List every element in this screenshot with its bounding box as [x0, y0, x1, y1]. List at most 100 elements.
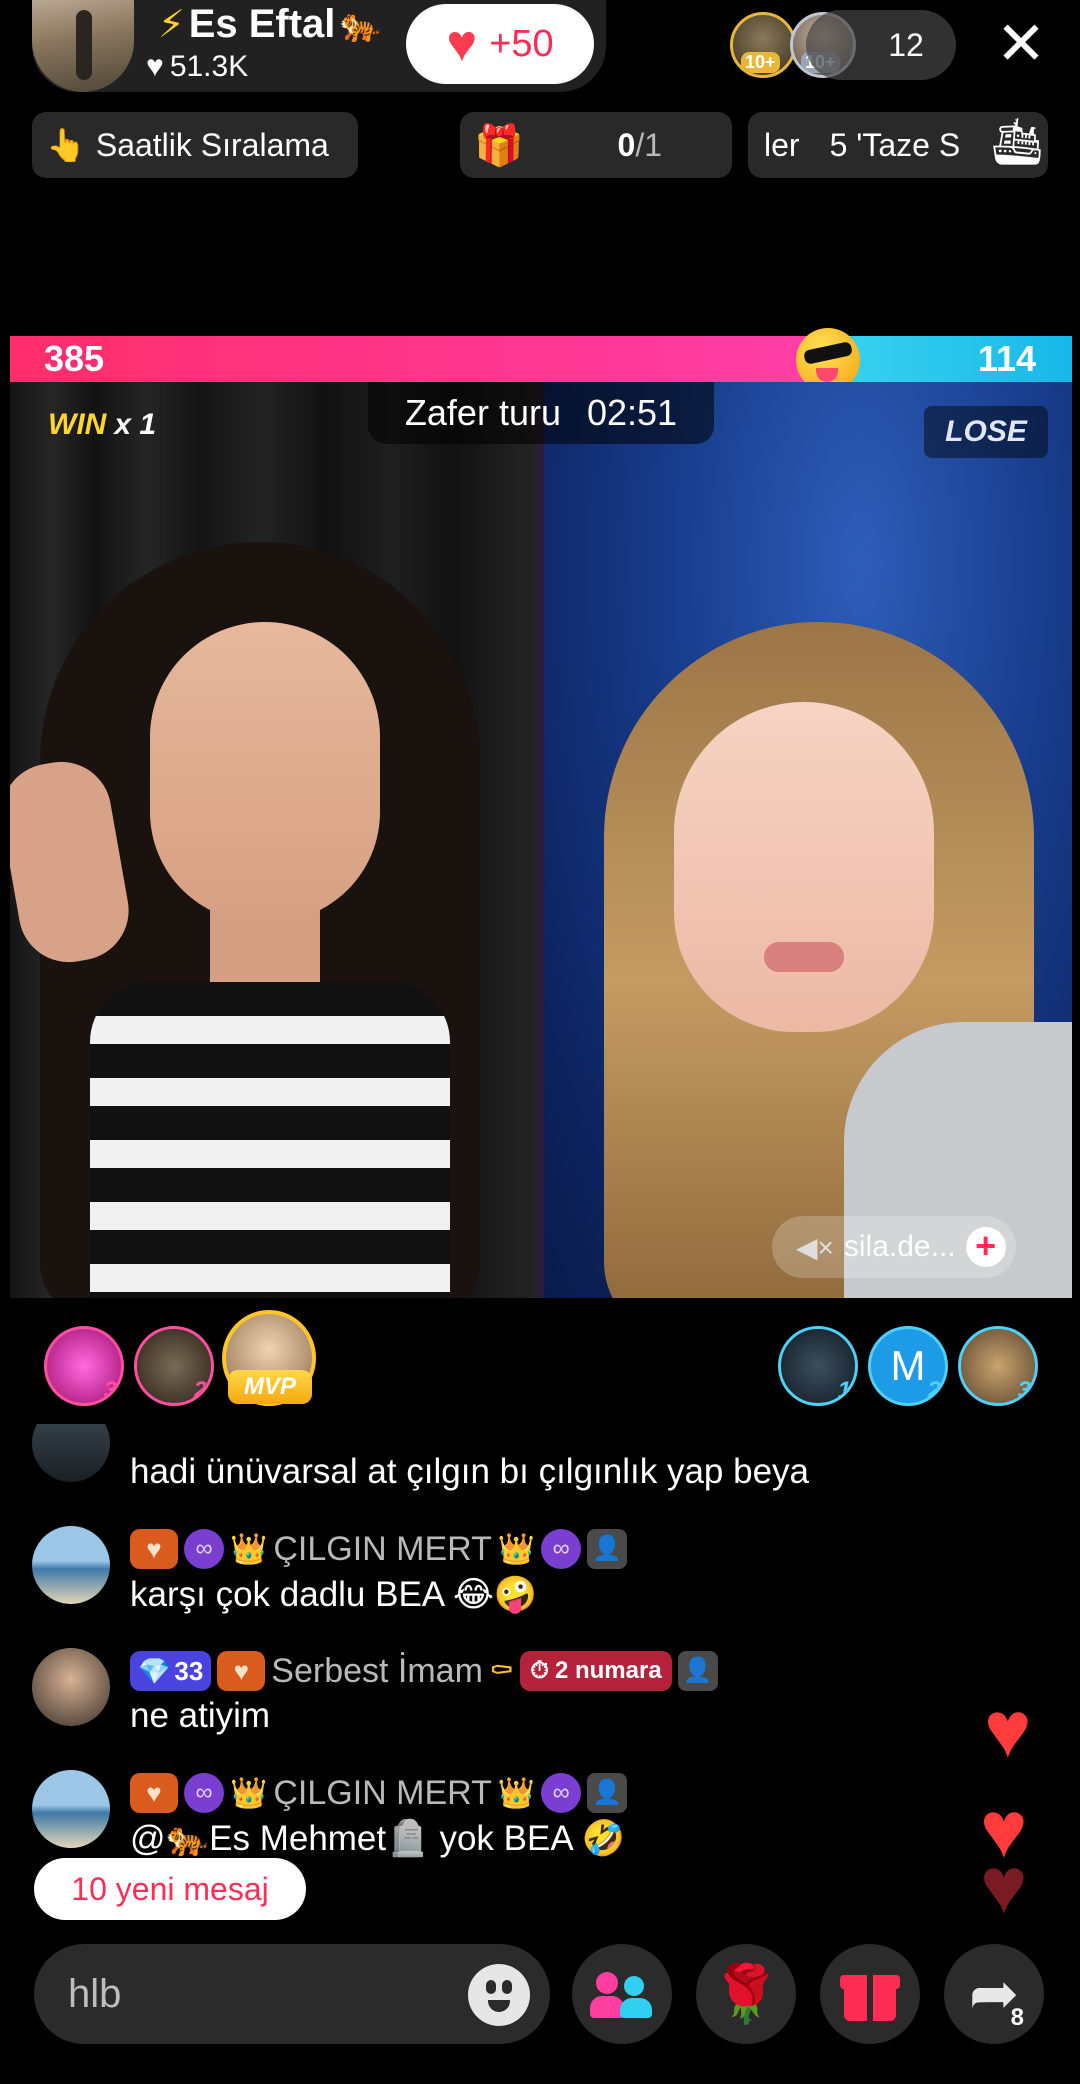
mvp-badge: MVP	[228, 1370, 312, 1404]
supporter-rank: 2	[927, 1377, 941, 1404]
gift-icon	[840, 1967, 900, 2021]
follow-button-label: +50	[489, 22, 554, 65]
moderator-icon: 👤	[587, 1773, 628, 1813]
video-divider	[536, 382, 544, 1298]
follow-opponent-icon[interactable]: +	[965, 1227, 1006, 1267]
lose-label: LOSE	[924, 406, 1048, 458]
battle-score-bar	[10, 336, 1072, 382]
team-left-score: 385	[44, 338, 105, 379]
chat-avatar[interactable]	[32, 1424, 110, 1482]
coffin-icon: ⚰	[488, 1654, 515, 1688]
muted-icon[interactable]: ◀×	[796, 1231, 834, 1264]
right-supporter-avatar[interactable]: 1	[778, 1326, 858, 1406]
opponent-name-chip[interactable]: ◀× sila.de... +	[772, 1216, 1016, 1278]
crown-icon: 👑	[497, 1776, 536, 1810]
viewer-count[interactable]: 12	[806, 10, 956, 80]
tiger-icon: 🐅	[339, 5, 382, 44]
emoji-icon[interactable]	[468, 1964, 530, 2026]
supporter-rank: 1	[837, 1377, 851, 1404]
host-name[interactable]: ⚡ Es Eftal 🐅	[158, 2, 382, 47]
chat-text: ne atiyim	[130, 1696, 271, 1735]
right-supporter-avatar[interactable]: 3	[958, 1326, 1038, 1406]
fan-heart-icon: ♥	[217, 1651, 266, 1691]
chat-list[interactable]: hadi ünüvarsal at çılgın bı çılgınlık ya…	[0, 1424, 1080, 1904]
rank-label: 2 numara	[554, 1657, 662, 1684]
promo-banner-chip[interactable]: ler 5 'Taze S 🛳	[748, 112, 1048, 178]
chat-text: @🐅Es Mehmet🪦 yok BEA 🤣	[130, 1818, 625, 1859]
host-video[interactable]	[10, 382, 536, 1298]
lightning-icon: ⚡	[158, 4, 185, 46]
left-supporter-avatar[interactable]: 2	[134, 1326, 214, 1406]
guests-button[interactable]	[572, 1944, 672, 2044]
win-word: WIN	[48, 408, 107, 441]
fan-heart-icon: ♥	[130, 1773, 178, 1813]
host-name-text: Es Eftal	[188, 2, 336, 46]
chat-avatar[interactable]	[32, 1770, 110, 1848]
rose-button[interactable]: 🌹	[696, 1944, 796, 2044]
supporter-rank: 2	[193, 1377, 207, 1404]
crown-icon: 👑	[497, 1532, 536, 1566]
host-likes-count: 51.3K	[169, 50, 249, 83]
share-button[interactable]: ➦ 8	[944, 1944, 1044, 2044]
tombstone-icon: 🪦	[386, 1819, 430, 1858]
rank-badge: ⏱ 2 numara	[520, 1651, 672, 1691]
chat-text: karşı çok dadlu BEA 😂🤪	[130, 1575, 538, 1614]
round-timer: Zafer turu 02:51	[368, 382, 714, 444]
infinity-icon: ∞	[541, 1529, 582, 1569]
round-label: Zafer turu	[404, 392, 561, 433]
promo-text-right: 5 'Taze S	[829, 126, 961, 163]
infinity-icon: ∞	[184, 1773, 224, 1813]
chat-avatar[interactable]	[32, 1648, 110, 1726]
gift-goal-value: 0/1	[618, 127, 662, 164]
follow-button[interactable]: ♥ +50	[406, 4, 594, 84]
new-messages-button[interactable]: 10 yeni mesaj	[34, 1858, 306, 1920]
chat-user-badges: 💎 33 ♥ Serbest İmam ⚰ ⏱ 2 numara 👤	[130, 1648, 718, 1694]
hourly-ranking-label: Saatlik Sıralama	[95, 126, 329, 163]
right-supporter-avatar[interactable]: M2	[868, 1326, 948, 1406]
gem-level-badge: 💎 33	[130, 1651, 212, 1691]
moderator-icon: 👤	[677, 1651, 718, 1691]
tiger-icon: 🐅	[165, 1819, 210, 1858]
gift-icon: 🎁	[474, 123, 524, 168]
win-multiplier: x 1	[114, 408, 157, 441]
mention-name[interactable]: Es Mehmet	[209, 1819, 386, 1858]
left-supporter-avatar[interactable]: 3	[44, 1326, 124, 1406]
chat-username[interactable]: ÇILGIN MERT	[273, 1774, 492, 1813]
chat-username[interactable]: Serbest İmam	[271, 1652, 483, 1691]
opponent-name: sila.de...	[843, 1230, 956, 1263]
chat-text: hadi ünüvarsal at çılgın bı çılgınlık ya…	[130, 1452, 810, 1491]
viewer-avatar[interactable]: 10+	[730, 12, 796, 78]
hourly-ranking-chip[interactable]: 👆 Saatlik Sıralama	[32, 112, 358, 178]
chat-user-badges: ♥ ∞ 👑 ÇILGIN MERT 👑 ∞ 👤	[130, 1770, 628, 1816]
share-count: 8	[1010, 2004, 1024, 2031]
ship-icon: 🛳	[987, 115, 1047, 167]
heart-icon: ♥	[146, 50, 164, 83]
crown-icon: 👑	[230, 1532, 268, 1566]
floating-heart-icon: ♥	[980, 1841, 1028, 1930]
heart-icon: ♥	[446, 15, 478, 73]
gem-level: 33	[174, 1655, 204, 1686]
timer-value: 02:51	[586, 392, 678, 433]
gift-goal-total: /1	[635, 126, 662, 163]
mention-prefix: @	[130, 1819, 166, 1858]
gem-icon: 💎	[138, 1655, 171, 1686]
team-left-bar	[10, 336, 828, 382]
gift-goal-chip[interactable]: 🎁 0/1	[460, 112, 732, 178]
floating-heart-icon: ♥	[984, 1685, 1032, 1774]
guests-icon	[590, 1968, 654, 2020]
host-likes: ♥ 51.3K	[146, 50, 248, 84]
hand-icon: 👆	[46, 127, 86, 163]
fan-heart-icon: ♥	[130, 1529, 178, 1569]
team-right-score: 114	[977, 338, 1036, 379]
infinity-icon: ∞	[541, 1773, 582, 1813]
rose-icon: 🌹	[711, 1962, 781, 2025]
chat-user-badges: ♥ ∞ 👑 ÇILGIN MERT 👑 ∞ 👤	[130, 1526, 628, 1572]
gift-button[interactable]	[820, 1944, 920, 2044]
supporter-rank: 3	[1017, 1377, 1031, 1404]
moderator-icon: 👤	[587, 1529, 628, 1569]
close-icon[interactable]: ✕	[990, 14, 1052, 76]
supporter-rank: 3	[103, 1377, 117, 1404]
chat-avatar[interactable]	[32, 1526, 110, 1604]
chat-username[interactable]: ÇILGIN MERT	[273, 1530, 492, 1569]
opponent-video[interactable]	[544, 382, 1072, 1298]
